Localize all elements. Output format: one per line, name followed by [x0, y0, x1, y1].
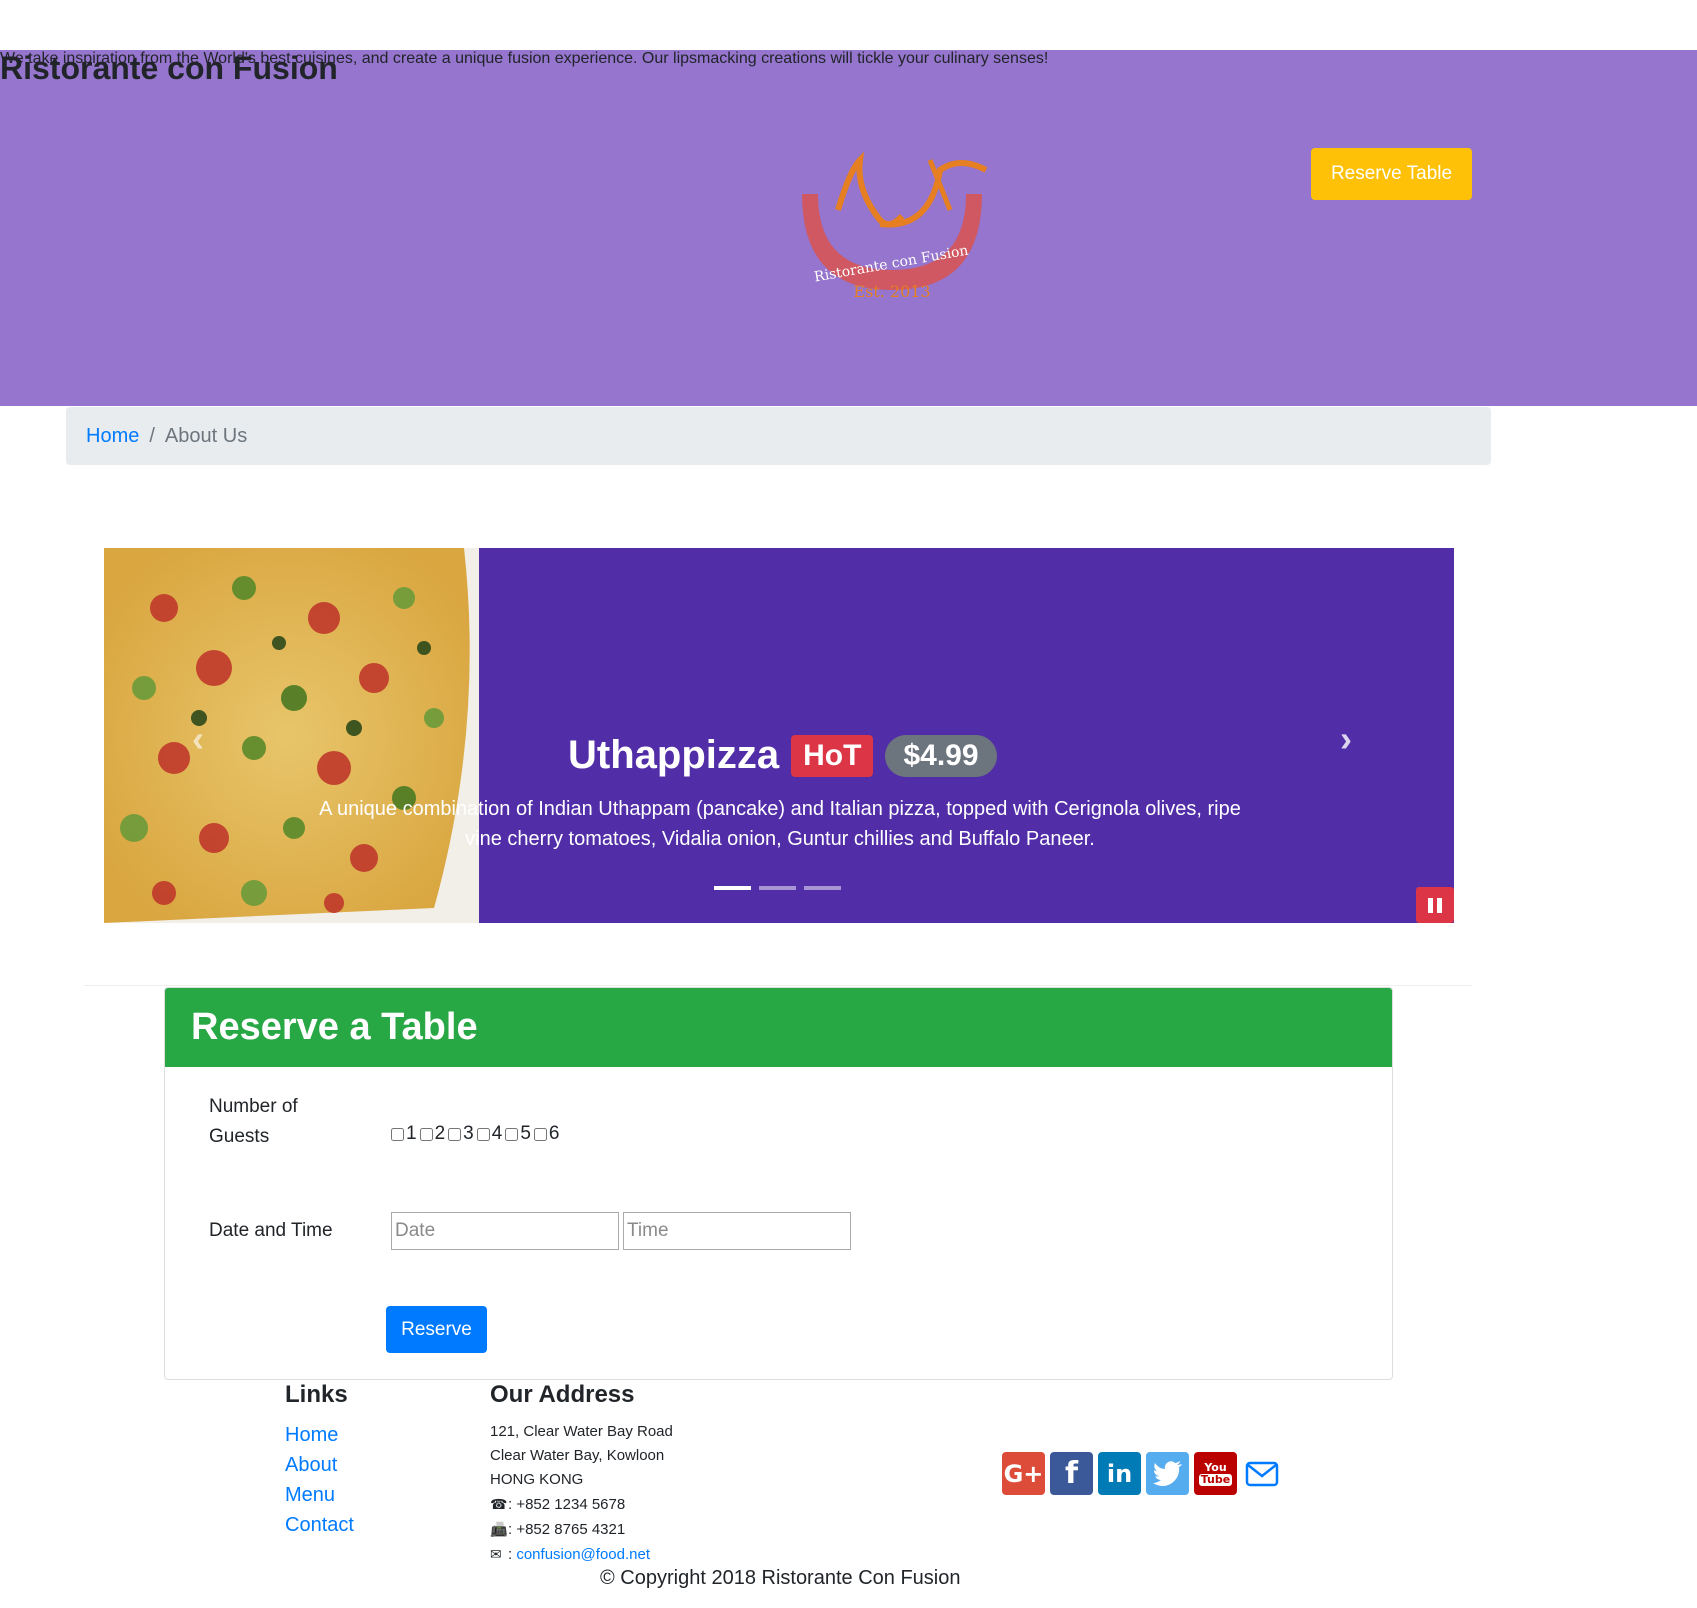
guests-options: 1 2 3 4 5 6	[391, 1123, 562, 1145]
guest-checkbox[interactable]	[476, 1127, 490, 1141]
datetime-label: Date and Time	[209, 1220, 333, 1241]
copyright: © Copyright 2018 Ristorante Con Fusion	[600, 1567, 961, 1589]
breadcrumb-home-link[interactable]: Home	[86, 425, 139, 448]
linkedin-icon[interactable]: in	[1098, 1452, 1141, 1495]
footer-links: Home About Menu Contact	[285, 1420, 354, 1540]
twitter-icon[interactable]	[1146, 1452, 1189, 1495]
social-links: G+ f in You Tube	[1002, 1452, 1282, 1495]
footer-link-contact[interactable]: Contact	[285, 1514, 354, 1536]
breadcrumb: Home / About Us	[66, 407, 1491, 465]
footer-link-about[interactable]: About	[285, 1454, 337, 1476]
time-input[interactable]	[623, 1212, 851, 1250]
guest-option-2[interactable]: 2	[419, 1123, 445, 1145]
guest-option-5[interactable]: 5	[505, 1123, 531, 1145]
guest-checkbox[interactable]	[505, 1127, 519, 1141]
envelope-icon: ✉	[490, 1546, 502, 1562]
guest-option-6[interactable]: 6	[533, 1123, 559, 1145]
dish-description: A unique combination of Indian Uthappam …	[319, 798, 1241, 850]
carousel-indicator[interactable]	[759, 886, 796, 890]
guest-option-1[interactable]: 1	[391, 1123, 417, 1145]
breadcrumb-separator: /	[149, 424, 155, 447]
carousel-indicators	[714, 886, 841, 890]
price-badge: $4.99	[885, 734, 997, 777]
hot-badge: HoT	[791, 734, 874, 777]
guest-checkbox[interactable]	[448, 1127, 462, 1141]
reserve-card: Reserve a Table	[164, 987, 1393, 1380]
carousel-prev-control[interactable]: ‹	[192, 718, 204, 760]
restaurant-logo: Ristorante con Fusion Est. 2013	[802, 151, 988, 301]
address-line: Clear Water Bay, Kowloon	[490, 1447, 665, 1464]
footer-link-menu[interactable]: Menu	[285, 1484, 335, 1506]
google-plus-icon[interactable]: G+	[1002, 1452, 1045, 1495]
carousel-caption-title: Uthappizza HoT $4.99	[568, 733, 997, 778]
fax-number: : +852 8765 4321	[508, 1521, 626, 1538]
date-input[interactable]	[391, 1212, 619, 1250]
guest-checkbox[interactable]	[391, 1127, 404, 1141]
facebook-icon[interactable]: f	[1050, 1452, 1093, 1495]
address-line: 121, Clear Water Bay Road	[490, 1423, 673, 1440]
guest-option-3[interactable]: 3	[448, 1123, 474, 1145]
email-link[interactable]: confusion@food.net	[516, 1546, 650, 1563]
carousel-next-control[interactable]: ›	[1340, 718, 1352, 760]
phone-icon: ☎	[490, 1496, 508, 1512]
twitter-bird	[1152, 1460, 1182, 1486]
guest-option-4[interactable]: 4	[476, 1123, 502, 1145]
reserve-submit-button[interactable]: Reserve	[386, 1306, 487, 1353]
divider	[84, 985, 1472, 986]
uthappizza-image	[104, 548, 479, 923]
logo-est: Est. 2013	[853, 282, 930, 301]
fax-icon: 📠	[490, 1521, 508, 1537]
reserve-title: Reserve a Table	[191, 1006, 478, 1048]
carousel-indicator[interactable]	[714, 886, 751, 890]
links-heading: Links	[285, 1381, 348, 1408]
guest-checkbox[interactable]	[419, 1127, 433, 1141]
pause-icon	[1428, 897, 1433, 913]
phone-number: : +852 1234 5678	[508, 1496, 626, 1513]
guest-checkbox[interactable]	[533, 1127, 547, 1141]
carousel-pause-button[interactable]	[1416, 887, 1454, 923]
address-line: HONG KONG	[490, 1471, 584, 1488]
mail-icon[interactable]	[1242, 1452, 1282, 1495]
carousel-indicator[interactable]	[804, 886, 841, 890]
footer-link-home[interactable]: Home	[285, 1424, 338, 1446]
footer-address: 121, Clear Water Bay Road Clear Water Ba…	[490, 1420, 673, 1567]
reserve-table-button[interactable]: Reserve Table	[1311, 148, 1472, 200]
breadcrumb-current: About Us	[164, 424, 248, 447]
reserve-card-header: Reserve a Table	[165, 988, 1392, 1067]
address-heading: Our Address	[490, 1381, 635, 1408]
guests-label: Number of Guests	[209, 1096, 298, 1147]
site-tagline: We take inspiration from the World's bes…	[0, 50, 1049, 67]
dish-name: Uthappizza	[568, 733, 780, 777]
youtube-icon[interactable]: You Tube	[1194, 1452, 1237, 1495]
